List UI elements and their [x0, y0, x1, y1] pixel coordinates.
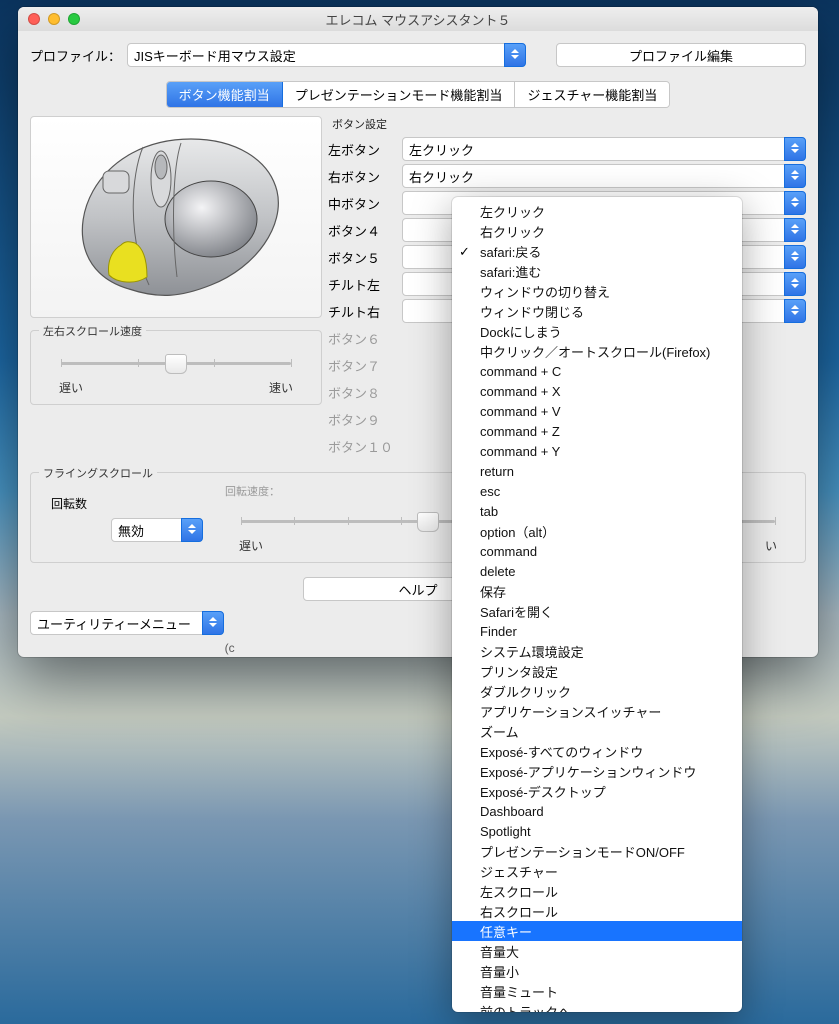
zoom-window-button[interactable]	[68, 13, 80, 25]
menu-item[interactable]: ダブルクリック	[452, 681, 742, 701]
menu-item[interactable]: 任意キー	[452, 921, 742, 941]
menu-item[interactable]: delete	[452, 561, 742, 581]
menu-item[interactable]: 保存	[452, 581, 742, 601]
menu-item[interactable]: Exposé-すべてのウィンドウ	[452, 741, 742, 761]
menu-item[interactable]: Finder	[452, 621, 742, 641]
menu-item[interactable]: ジェスチャー	[452, 861, 742, 881]
profile-select-value: JISキーボード用マウス設定	[134, 46, 296, 65]
button-row-label: ボタン６	[328, 329, 402, 348]
menu-item[interactable]: command + V	[452, 401, 742, 421]
menu-item[interactable]: ウィンドウの切り替え	[452, 281, 742, 301]
menu-item[interactable]: アプリケーションスイッチャー	[452, 701, 742, 721]
double-arrow-icon	[784, 272, 806, 296]
scroll-speed-slider[interactable]	[61, 353, 291, 373]
double-arrow-icon	[784, 164, 806, 188]
minimize-window-button[interactable]	[48, 13, 60, 25]
menu-item[interactable]: command	[452, 541, 742, 561]
double-arrow-icon	[202, 611, 224, 635]
button-row-label: ボタン８	[328, 383, 402, 402]
button-action-select[interactable]: 左クリック	[402, 137, 806, 161]
button-row-label: 中ボタン	[328, 194, 402, 213]
menu-item[interactable]: command + Z	[452, 421, 742, 441]
double-arrow-icon	[784, 245, 806, 269]
window-traffic-lights	[28, 13, 80, 25]
double-arrow-icon	[181, 518, 203, 542]
scroll-speed-group: 左右スクロール速度 遅い 速い	[30, 330, 322, 405]
menu-item[interactable]: command + C	[452, 361, 742, 381]
button-row-label: ボタン７	[328, 356, 402, 375]
button-action-menu[interactable]: 左クリック右クリック✓safari:戻るsafari:進むウィンドウの切り替えウ…	[452, 197, 742, 1012]
menu-item[interactable]: 右クリック	[452, 221, 742, 241]
menu-item[interactable]: プレゼンテーションモードON/OFF	[452, 841, 742, 861]
button-row-label: 左ボタン	[328, 140, 402, 159]
menu-item[interactable]: Spotlight	[452, 821, 742, 841]
menu-item[interactable]: ✓safari:戻る	[452, 241, 742, 261]
close-window-button[interactable]	[28, 13, 40, 25]
menu-item[interactable]: 音量大	[452, 941, 742, 961]
button-row-label: ボタン４	[328, 221, 402, 240]
menu-item[interactable]: tab	[452, 501, 742, 521]
double-arrow-icon	[784, 299, 806, 323]
menu-item[interactable]: esc	[452, 481, 742, 501]
profile-edit-button[interactable]: プロファイル編集	[556, 43, 806, 67]
menu-item[interactable]: ウィンドウ閉じる	[452, 301, 742, 321]
menu-item[interactable]: ズーム	[452, 721, 742, 741]
menu-item[interactable]: 右スクロール	[452, 901, 742, 921]
menu-item[interactable]: プリンタ設定	[452, 661, 742, 681]
window-titlebar: エレコム マウスアシスタント５	[18, 7, 818, 31]
double-arrow-icon	[504, 43, 526, 67]
double-arrow-icon	[784, 218, 806, 242]
button-row-label: ボタン９	[328, 410, 402, 429]
menu-item[interactable]: Dockにしまう	[452, 321, 742, 341]
menu-item[interactable]: Safariを開く	[452, 601, 742, 621]
tab-button-assign[interactable]: ボタン機能割当	[167, 82, 283, 107]
button-row-label: チルト左	[328, 275, 402, 294]
double-arrow-icon	[784, 191, 806, 215]
menu-item[interactable]: safari:進む	[452, 261, 742, 281]
menu-item[interactable]: Dashboard	[452, 801, 742, 821]
left-column: 左右スクロール速度 遅い 速い	[30, 116, 322, 462]
double-arrow-icon	[784, 137, 806, 161]
menu-item[interactable]: 音量小	[452, 961, 742, 981]
mouse-preview-image	[30, 116, 322, 318]
menu-item[interactable]: Exposé-デスクトップ	[452, 781, 742, 801]
button-row-label: ボタン１０	[328, 437, 402, 456]
button-row-label: ボタン５	[328, 248, 402, 267]
window-title: エレコム マウスアシスタント５	[325, 10, 510, 29]
button-row: 右ボタン右クリック	[328, 165, 806, 187]
tab-control: ボタン機能割当 プレゼンテーションモード機能割当 ジェスチャー機能割当	[166, 81, 671, 108]
button-action-select[interactable]: 右クリック	[402, 164, 806, 188]
menu-item[interactable]: 左クリック	[452, 201, 742, 221]
scroll-speed-title: 左右スクロール速度	[39, 323, 146, 339]
menu-item[interactable]: option（alt）	[452, 521, 742, 541]
button-row-label: チルト右	[328, 302, 402, 321]
button-row-label: 右ボタン	[328, 167, 402, 186]
profile-select[interactable]: JISキーボード用マウス設定	[127, 43, 526, 67]
button-row: 左ボタン左クリック	[328, 138, 806, 160]
menu-item[interactable]: システム環境設定	[452, 641, 742, 661]
menu-item[interactable]: 前のトラックへ	[452, 1001, 742, 1012]
menu-item[interactable]: return	[452, 461, 742, 481]
tab-gesture[interactable]: ジェスチャー機能割当	[515, 82, 669, 107]
menu-item[interactable]: command + Y	[452, 441, 742, 461]
menu-item[interactable]: 左スクロール	[452, 881, 742, 901]
tab-presentation[interactable]: プレゼンテーションモード機能割当	[283, 82, 516, 107]
check-icon: ✓	[459, 244, 470, 260]
menu-item[interactable]: 音量ミュート	[452, 981, 742, 1001]
profile-label: プロファイル：	[30, 46, 121, 65]
menu-item[interactable]: command + X	[452, 381, 742, 401]
utility-menu-select[interactable]: ユーティリティーメニュー	[30, 611, 224, 635]
menu-item[interactable]: 中クリック／オートスクロール(Firefox)	[452, 341, 742, 361]
button-settings-title: ボタン設定	[332, 116, 806, 132]
rotations-select[interactable]: 無効	[111, 518, 203, 542]
menu-item[interactable]: Exposé-アプリケーションウィンドウ	[452, 761, 742, 781]
